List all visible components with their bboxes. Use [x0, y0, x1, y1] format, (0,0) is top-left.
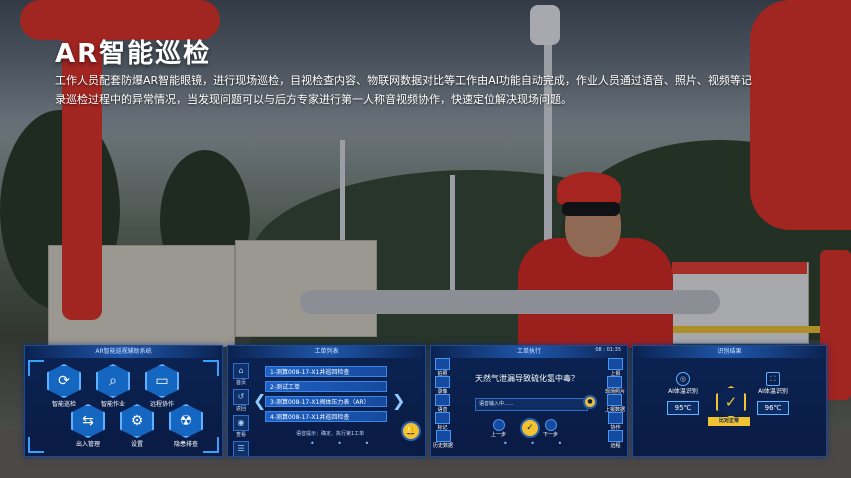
- mark-button[interactable]: 标记: [435, 412, 450, 431]
- timer: 08 : 01:35: [595, 347, 621, 353]
- page-dots: • • •: [503, 439, 573, 448]
- voice-input-field[interactable]: 语音输入中......: [475, 398, 588, 411]
- check-icon: ✓: [716, 386, 746, 418]
- history-button[interactable]: 历史数据: [433, 430, 453, 449]
- next-step-button[interactable]: 下一步: [543, 419, 558, 438]
- frame-corner: [28, 437, 44, 453]
- confirm-button[interactable]: ✓: [520, 418, 540, 438]
- collab-button[interactable]: 协作: [608, 412, 623, 431]
- mic-icon[interactable]: ●: [583, 395, 597, 409]
- left-result-label: AI体温识别: [668, 388, 698, 395]
- collab-icon: [608, 412, 623, 424]
- thermometer-icon: ◎: [676, 372, 690, 386]
- upload-data-button[interactable]: 上报数据: [605, 394, 625, 413]
- remote-icon: [608, 430, 623, 442]
- flag-icon: [435, 412, 450, 424]
- work-order-item[interactable]: 1-测算008-17-X1井巡回检查: [265, 366, 387, 377]
- page-dots: • • •: [310, 439, 380, 448]
- upload-icon: [607, 394, 623, 406]
- work-execution-panel: 工单执行 08 : 01:35 拍照 录像 语音 标记 历史数据 上报 现场照片…: [430, 345, 628, 457]
- menu-smart-work-button[interactable]: ⌕ 智能作业: [96, 364, 130, 408]
- remote-button[interactable]: 远程: [608, 430, 623, 449]
- question-text: 天然气泄漏导致硫化氢中毒？: [475, 374, 579, 383]
- inspection-icon: ⟳: [47, 364, 81, 398]
- mic-icon: [435, 394, 450, 406]
- eye-icon: ◉: [233, 415, 249, 431]
- search-icon: ⌕: [96, 364, 130, 398]
- camera-icon: [435, 358, 450, 370]
- side-list-button[interactable]: ☰: [232, 441, 250, 456]
- panel-title: 工单列表: [228, 346, 425, 358]
- video-icon: [435, 376, 450, 388]
- radiation-icon: ☢: [169, 404, 203, 438]
- side-home-button[interactable]: ⌂ 首页: [232, 363, 250, 386]
- site-photo-button[interactable]: 现场照片: [605, 376, 625, 395]
- menu-remote-collab-button[interactable]: ▭ 远程协作: [145, 364, 179, 408]
- history-icon: [435, 430, 451, 442]
- page-description: 工作人员配套防爆AR智能眼镜，进行现场巡检，目视检查内容、物联网数据对比等工作由…: [55, 74, 752, 106]
- menu-smart-inspection-button[interactable]: ⟳ 智能巡检: [47, 364, 81, 408]
- prev-step-button[interactable]: 上一步: [491, 419, 506, 438]
- gear-icon: ⚙: [120, 404, 154, 438]
- menu-hazard-check-button[interactable]: ☢ 隐患排查: [169, 404, 203, 448]
- frame-corner: [28, 360, 44, 376]
- work-order-item[interactable]: 3-测算008-17-X1阀体压力表（AR）: [265, 396, 387, 407]
- notification-bell-icon[interactable]: 🔔: [401, 421, 421, 441]
- recognition-result-panel: 识别结果 ◎ AI体温识别 95℃ ⛶ AI体温识别 96℃ ✓ 比对正常: [632, 345, 827, 457]
- next-arrow-icon[interactable]: ❯: [392, 391, 405, 410]
- side-back-button[interactable]: ↺ 返回: [232, 389, 250, 412]
- panel-title: AR智能巡视辅助系统: [25, 346, 222, 358]
- voice-button[interactable]: 语音: [435, 394, 450, 413]
- menu-settings-button[interactable]: ⚙ 设置: [120, 404, 154, 448]
- gate-icon: ⇆: [71, 404, 105, 438]
- prev-icon: [492, 419, 505, 431]
- image-icon: [607, 376, 623, 388]
- side-view-button[interactable]: ◉ 查看: [232, 415, 250, 438]
- work-order-list-panel: 工单列表 ⌂首页 ↺返回 ◉查看 ☰ ⇪上传 ❮ ❯ 1-测算008-17-X1…: [227, 345, 426, 457]
- voice-hint: 语音提示：确定、执行第1工单: [296, 431, 365, 437]
- status-badge: 比对正常: [708, 417, 750, 426]
- page-title: AR智能巡检: [55, 39, 212, 69]
- frame-corner: [203, 437, 219, 453]
- panel-title: 识别结果: [633, 346, 826, 358]
- menu-access-button[interactable]: ⇆ 出入管理: [71, 404, 105, 448]
- scan-icon: ⛶: [766, 372, 780, 386]
- home-icon: ⌂: [233, 363, 249, 379]
- frame-corner: [203, 360, 219, 376]
- side-toolbar: ⌂首页 ↺返回 ◉查看 ☰ ⇪上传: [232, 360, 250, 456]
- work-order-item[interactable]: 4-测算008-17-X1井巡回检查: [265, 411, 387, 422]
- right-result-label: AI体温识别: [758, 388, 788, 395]
- report-button[interactable]: 上报: [608, 358, 623, 377]
- work-order-item[interactable]: 2-测试工单: [265, 381, 387, 392]
- next-icon: [544, 419, 557, 431]
- left-temperature: 95℃: [667, 401, 699, 415]
- photo-button[interactable]: 拍照: [435, 358, 450, 377]
- back-icon: ↺: [233, 389, 249, 405]
- video-button[interactable]: 录像: [435, 376, 450, 395]
- right-temperature: 96℃: [757, 401, 789, 415]
- ar-main-menu-panel: AR智能巡视辅助系统 ⟳ 智能巡检 ⌕ 智能作业 ▭ 远程协作 ⇆ 出入管理 ⚙…: [24, 345, 223, 457]
- report-icon: [608, 358, 623, 370]
- list-icon: ☰: [233, 441, 249, 456]
- monitor-icon: ▭: [145, 364, 179, 398]
